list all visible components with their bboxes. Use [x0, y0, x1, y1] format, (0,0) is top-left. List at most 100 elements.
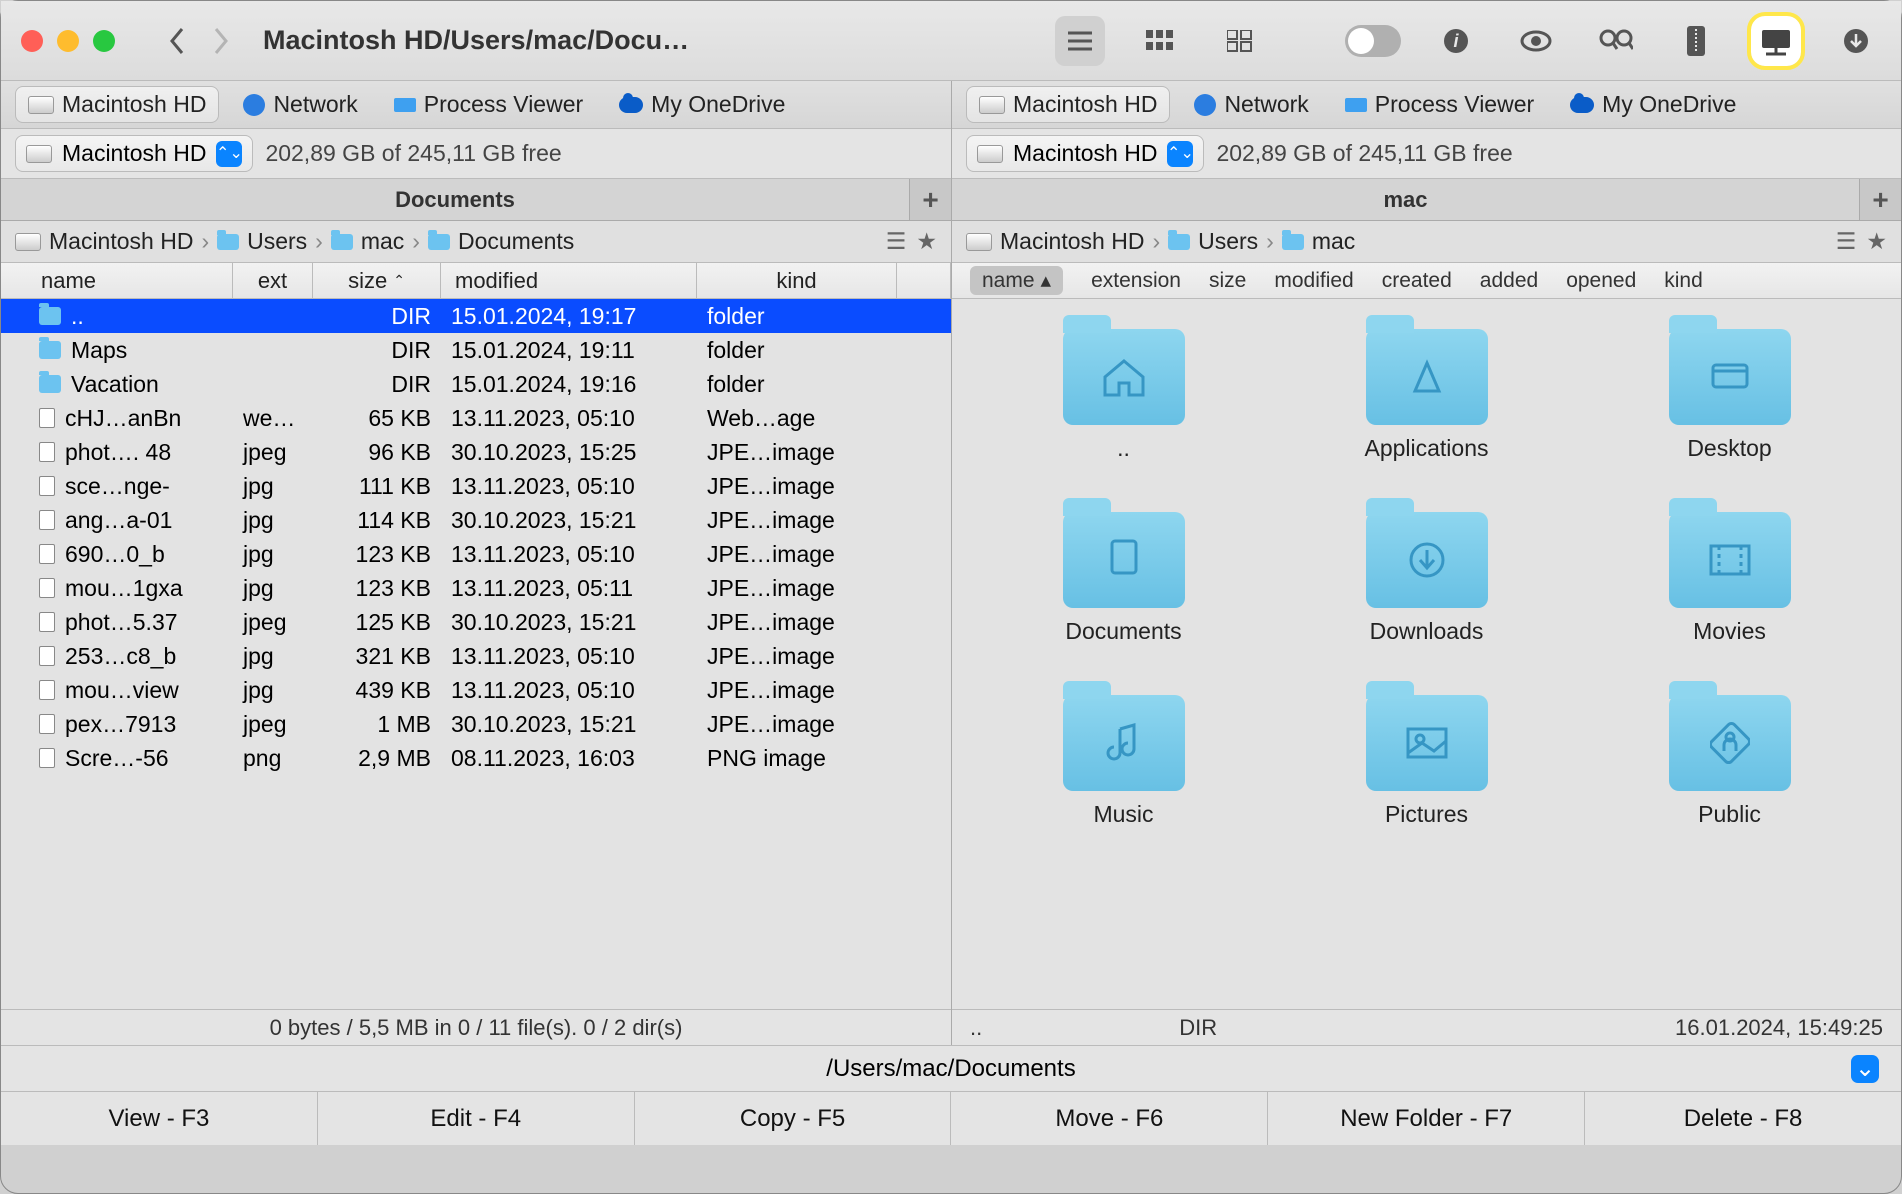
favorite-item[interactable]: My OneDrive: [1558, 87, 1748, 122]
folder-item[interactable]: Public: [1598, 695, 1861, 828]
list-mode-icon[interactable]: ☰: [1836, 228, 1857, 255]
fn-button[interactable]: View - F3: [1, 1092, 318, 1145]
folder-item[interactable]: Movies: [1598, 512, 1861, 645]
list-view-button[interactable]: [1055, 16, 1105, 66]
favorite-item[interactable]: Process Viewer: [1333, 87, 1546, 122]
crumb[interactable]: Macintosh HD: [1000, 228, 1144, 255]
crumb[interactable]: mac: [1312, 228, 1355, 255]
drive-bar-right: Macintosh HD ⌃⌄ 202,89 GB of 245,11 GB f…: [952, 129, 1901, 179]
favorite-item[interactable]: Macintosh HD: [966, 86, 1170, 123]
file-size: DIR: [313, 337, 441, 364]
file-row[interactable]: pex…7913jpeg1 MB30.10.2023, 15:21JPE…ima…: [1, 707, 951, 741]
fn-button[interactable]: Delete - F8: [1585, 1092, 1901, 1145]
fn-button[interactable]: Edit - F4: [318, 1092, 635, 1145]
col-ext[interactable]: ext: [233, 263, 313, 298]
tab-mac[interactable]: mac: [952, 179, 1859, 220]
file-name: sce…nge-: [65, 473, 170, 500]
file-row[interactable]: 690…0_bjpg123 KB13.11.2023, 05:10JPE…ima…: [1, 537, 951, 571]
file-row[interactable]: phot…5.37jpeg125 KB30.10.2023, 15:21JPE……: [1, 605, 951, 639]
download-button[interactable]: [1831, 16, 1881, 66]
share-button[interactable]: [1751, 16, 1801, 66]
file-row[interactable]: ang…a-01jpg114 KB30.10.2023, 15:21JPE…im…: [1, 503, 951, 537]
file-row[interactable]: 253…c8_bjpg321 KB13.11.2023, 05:10JPE…im…: [1, 639, 951, 673]
folder-label: Pictures: [1385, 801, 1468, 828]
folder-item[interactable]: Downloads: [1295, 512, 1558, 645]
col-kind[interactable]: kind: [1664, 269, 1703, 293]
breadcrumb-right: Macintosh HD› Users› mac ☰ ★: [952, 221, 1901, 263]
file-row[interactable]: sce…nge-jpg111 KB13.11.2023, 05:10JPE…im…: [1, 469, 951, 503]
back-button[interactable]: [155, 19, 199, 63]
file-icon: [39, 578, 55, 598]
maximize-window-button[interactable]: [93, 30, 115, 52]
folder-item[interactable]: Pictures: [1295, 695, 1558, 828]
col-name[interactable]: name: [1, 263, 233, 298]
file-modified: 30.10.2023, 15:21: [441, 507, 697, 534]
favorite-item[interactable]: Process Viewer: [382, 87, 595, 122]
col-size[interactable]: size⌃: [313, 263, 441, 298]
globe-icon: [1194, 94, 1216, 116]
folder-item[interactable]: Music: [992, 695, 1255, 828]
file-row[interactable]: ..DIR15.01.2024, 19:17folder: [1, 299, 951, 333]
crumb[interactable]: Users: [1198, 228, 1258, 255]
file-icon: [39, 476, 55, 496]
add-tab-button[interactable]: +: [909, 179, 951, 220]
col-modified[interactable]: modified: [1274, 269, 1353, 293]
icon-grid-right[interactable]: .. Applications Desktop Documents Downloads M…: [952, 299, 1901, 1009]
minimize-window-button[interactable]: [57, 30, 79, 52]
fn-button[interactable]: New Folder - F7: [1268, 1092, 1585, 1145]
favorite-item[interactable]: Network: [1182, 87, 1320, 122]
file-icon: [39, 544, 55, 564]
col-created[interactable]: created: [1382, 269, 1452, 293]
quicklook-button[interactable]: [1511, 16, 1561, 66]
tab-documents[interactable]: Documents: [1, 179, 909, 220]
drive-selector-left[interactable]: Macintosh HD ⌃⌄: [15, 135, 253, 172]
path-dropdown-button[interactable]: ⌄: [1851, 1055, 1879, 1083]
fn-button[interactable]: Copy - F5: [635, 1092, 952, 1145]
favorite-item[interactable]: My OneDrive: [607, 87, 797, 122]
folder-item[interactable]: ..: [992, 329, 1255, 462]
file-row[interactable]: phot…. 48jpeg96 KB30.10.2023, 15:25JPE…i…: [1, 435, 951, 469]
grid-view-button[interactable]: [1215, 16, 1265, 66]
favorite-star-icon[interactable]: ★: [1866, 228, 1887, 255]
folder-icon: [1282, 234, 1304, 250]
col-name[interactable]: name ▴: [970, 266, 1063, 295]
file-row[interactable]: mou…1gxajpg123 KB13.11.2023, 05:11JPE…im…: [1, 571, 951, 605]
crumb[interactable]: Users: [247, 228, 307, 255]
hidden-files-toggle[interactable]: [1345, 25, 1401, 57]
current-path[interactable]: /Users/mac/Documents: [19, 1055, 1883, 1083]
folder-item[interactable]: Applications: [1295, 329, 1558, 462]
favorite-label: Macintosh HD: [62, 91, 206, 118]
drive-selector-right[interactable]: Macintosh HD ⌃⌄: [966, 135, 1204, 172]
col-modified[interactable]: modified: [441, 263, 697, 298]
folder-item[interactable]: Documents: [992, 512, 1255, 645]
favorite-item[interactable]: Macintosh HD: [15, 86, 219, 123]
favorite-star-icon[interactable]: ★: [916, 228, 937, 255]
file-modified: 08.11.2023, 16:03: [441, 745, 697, 772]
list-mode-icon[interactable]: ☰: [886, 228, 907, 255]
file-row[interactable]: cHJ…anBnwe…65 KB13.11.2023, 05:10Web…age: [1, 401, 951, 435]
file-row[interactable]: mou…viewjpg439 KB13.11.2023, 05:10JPE…im…: [1, 673, 951, 707]
add-tab-button[interactable]: +: [1859, 179, 1901, 220]
info-button[interactable]: i: [1431, 16, 1481, 66]
fn-button[interactable]: Move - F6: [951, 1092, 1268, 1145]
favorite-item[interactable]: Network: [231, 87, 369, 122]
folder-label: Music: [1093, 801, 1153, 828]
file-list-left[interactable]: ..DIR15.01.2024, 19:17folderMapsDIR15.01…: [1, 299, 951, 1009]
folder-item[interactable]: Desktop: [1598, 329, 1861, 462]
crumb[interactable]: mac: [361, 228, 404, 255]
col-opened[interactable]: opened: [1566, 269, 1636, 293]
col-added[interactable]: added: [1480, 269, 1538, 293]
col-kind[interactable]: kind: [697, 263, 897, 298]
search-button[interactable]: [1591, 16, 1641, 66]
crumb[interactable]: Macintosh HD: [49, 228, 193, 255]
column-view-button[interactable]: [1135, 16, 1185, 66]
close-window-button[interactable]: [21, 30, 43, 52]
forward-button[interactable]: [199, 19, 243, 63]
compress-button[interactable]: [1671, 16, 1721, 66]
col-extension[interactable]: extension: [1091, 269, 1181, 293]
crumb[interactable]: Documents: [458, 228, 574, 255]
file-row[interactable]: VacationDIR15.01.2024, 19:16folder: [1, 367, 951, 401]
col-size[interactable]: size: [1209, 269, 1246, 293]
file-row[interactable]: Scre…-56png2,9 MB08.11.2023, 16:03PNG im…: [1, 741, 951, 775]
file-row[interactable]: MapsDIR15.01.2024, 19:11folder: [1, 333, 951, 367]
